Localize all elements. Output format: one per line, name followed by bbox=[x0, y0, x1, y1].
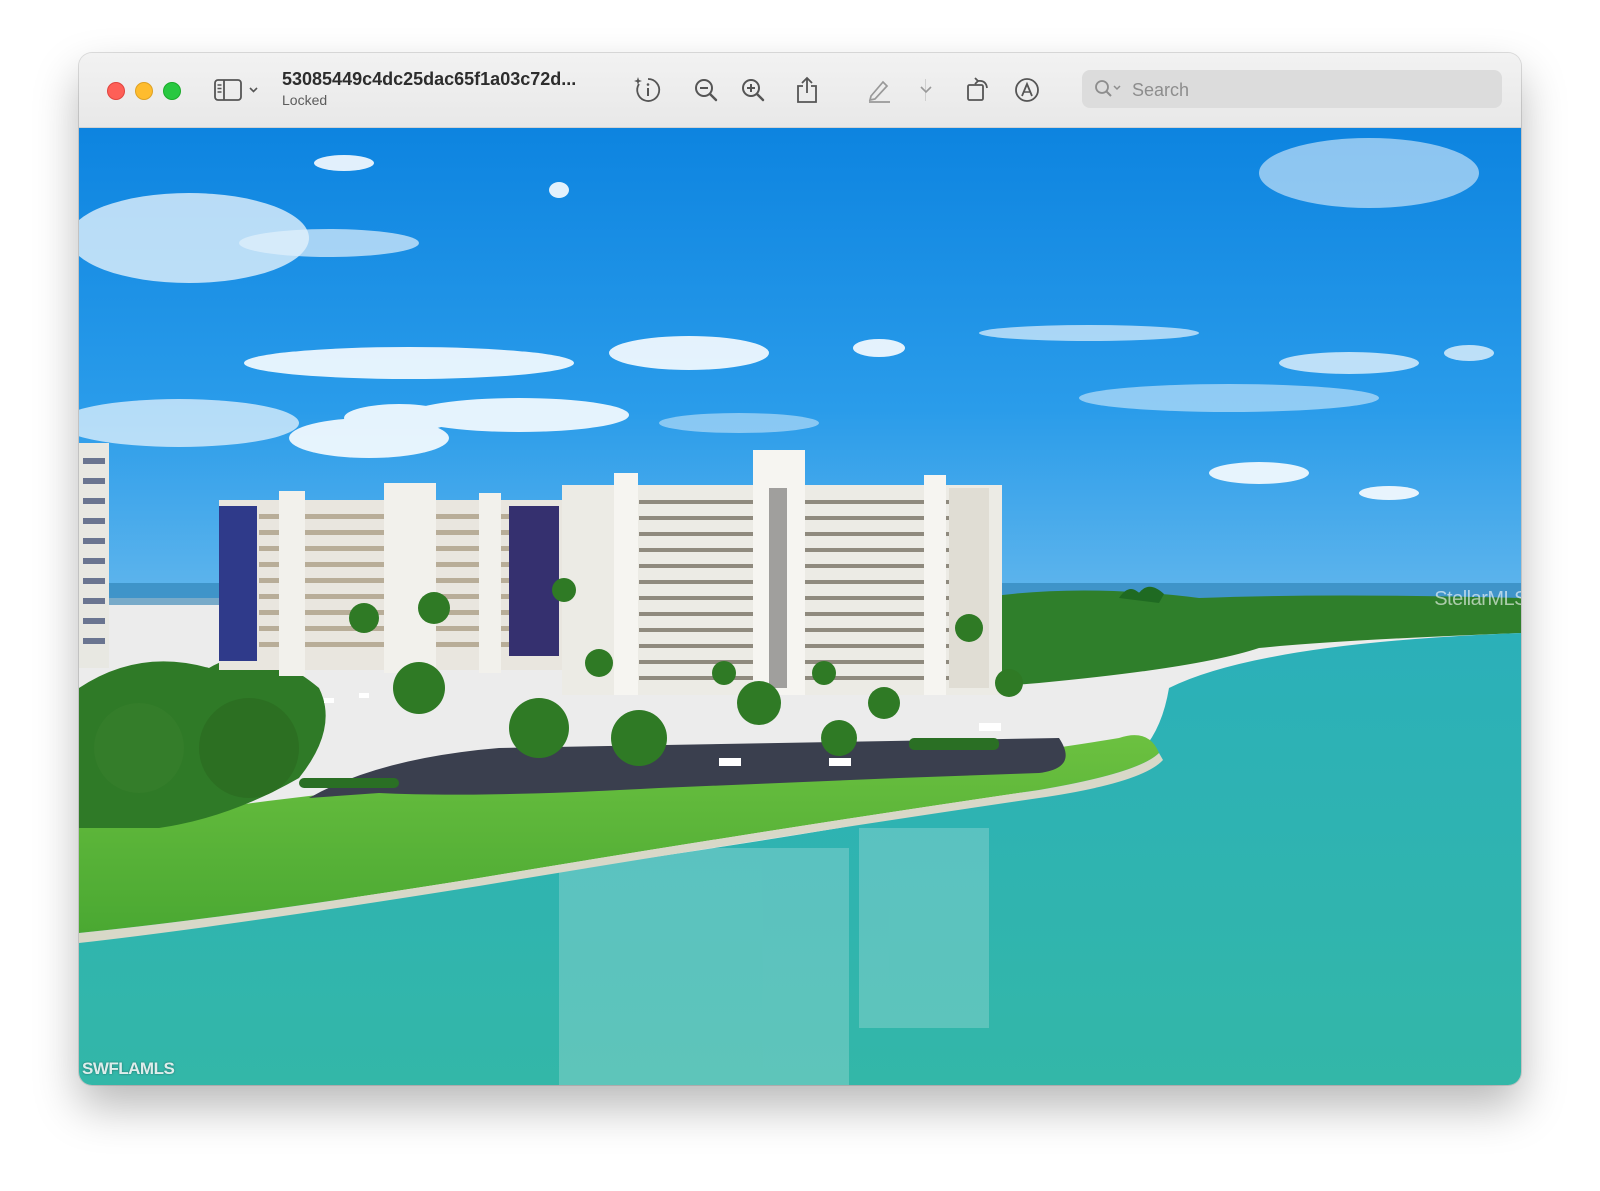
info-icon bbox=[633, 75, 663, 105]
search-icon bbox=[1094, 79, 1124, 104]
markup-menu-button[interactable] bbox=[913, 73, 939, 107]
watermark-left: SWFLAMLS bbox=[82, 1059, 175, 1078]
minimize-button[interactable] bbox=[135, 82, 153, 100]
markup-button[interactable] bbox=[862, 73, 896, 107]
share-icon bbox=[795, 76, 819, 104]
maximize-button[interactable] bbox=[163, 82, 181, 100]
search-field[interactable] bbox=[1082, 70, 1502, 110]
zoom-in-icon bbox=[740, 77, 766, 103]
annotate-button[interactable] bbox=[1010, 73, 1044, 107]
zoom-out-icon bbox=[693, 77, 719, 103]
sidebar-toggle-icon bbox=[214, 79, 260, 101]
search-input[interactable] bbox=[1130, 70, 1494, 110]
titlebar: 53085449c4dc25dac65f1a03c72d... Locked bbox=[79, 53, 1521, 128]
close-button[interactable] bbox=[107, 82, 125, 100]
image-canvas: SWFLAMLS StellarMLS bbox=[79, 128, 1521, 1085]
document-title[interactable]: 53085449c4dc25dac65f1a03c72d... bbox=[282, 69, 622, 90]
rotate-icon bbox=[964, 76, 992, 104]
chevron-down-icon bbox=[919, 85, 933, 95]
share-button[interactable] bbox=[790, 73, 824, 107]
sidebar-toggle-button[interactable] bbox=[212, 73, 262, 107]
zoom-out-button[interactable] bbox=[689, 73, 723, 107]
preview-window: 53085449c4dc25dac65f1a03c72d... Locked S… bbox=[79, 53, 1521, 1085]
property-photo bbox=[79, 128, 1521, 1085]
zoom-in-button[interactable] bbox=[736, 73, 770, 107]
pen-icon bbox=[866, 77, 892, 103]
markup-circle-icon bbox=[1013, 76, 1041, 104]
document-status: Locked bbox=[282, 92, 328, 108]
info-button[interactable] bbox=[631, 73, 665, 107]
rotate-button[interactable] bbox=[961, 73, 995, 107]
watermark-right: StellarMLS bbox=[1434, 588, 1521, 610]
